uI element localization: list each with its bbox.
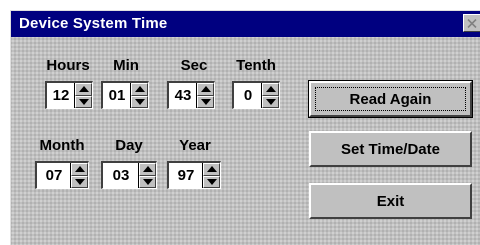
- spin-up-icon[interactable]: [131, 83, 148, 96]
- hours-spinner[interactable]: 12: [45, 81, 93, 109]
- hours-field: Hours 12: [35, 57, 101, 117]
- day-spin-buttons[interactable]: [138, 163, 156, 188]
- sec-field: Sec 43: [161, 57, 227, 117]
- min-value[interactable]: 01: [103, 83, 130, 108]
- year-value[interactable]: 97: [169, 163, 202, 188]
- spin-up-icon[interactable]: [262, 83, 279, 96]
- spin-up-icon[interactable]: [75, 83, 92, 96]
- day-value[interactable]: 03: [103, 163, 138, 188]
- tenth-spin-buttons[interactable]: [261, 83, 279, 108]
- close-button[interactable]: [463, 14, 480, 32]
- tenth-spinner[interactable]: 0: [232, 81, 280, 109]
- hours-value[interactable]: 12: [47, 83, 74, 108]
- tenth-label: Tenth: [236, 57, 276, 74]
- month-spin-buttons[interactable]: [70, 163, 88, 188]
- focus-rectangle: [315, 87, 466, 111]
- spin-down-icon[interactable]: [203, 175, 220, 188]
- month-value[interactable]: 07: [37, 163, 70, 188]
- year-spin-buttons[interactable]: [202, 163, 220, 188]
- min-field: Min 01: [93, 57, 159, 117]
- year-field: Year 97: [163, 137, 227, 197]
- spin-down-icon[interactable]: [197, 95, 214, 108]
- exit-label: Exit: [376, 192, 405, 210]
- spin-up-icon[interactable]: [197, 83, 214, 96]
- sec-spinner[interactable]: 43: [167, 81, 215, 109]
- set-time-date-button[interactable]: Set Time/Date: [309, 131, 472, 167]
- month-spinner[interactable]: 07: [35, 161, 89, 189]
- year-label: Year: [179, 137, 211, 154]
- spin-down-icon[interactable]: [75, 95, 92, 108]
- spin-down-icon[interactable]: [139, 175, 156, 188]
- year-spinner[interactable]: 97: [167, 161, 221, 189]
- min-label: Min: [113, 57, 139, 74]
- month-field: Month 07: [27, 137, 97, 197]
- close-icon: [467, 18, 477, 28]
- spin-up-icon[interactable]: [71, 163, 88, 176]
- tenth-value[interactable]: 0: [234, 83, 261, 108]
- min-spinner[interactable]: 01: [101, 81, 149, 109]
- title-bar[interactable]: Device System Time: [11, 11, 480, 37]
- spin-down-icon[interactable]: [131, 95, 148, 108]
- day-spinner[interactable]: 03: [101, 161, 157, 189]
- read-again-button[interactable]: Read Again: [308, 80, 473, 118]
- min-spin-buttons[interactable]: [130, 83, 148, 108]
- spin-up-icon[interactable]: [203, 163, 220, 176]
- spin-down-icon[interactable]: [262, 95, 279, 108]
- spin-up-icon[interactable]: [139, 163, 156, 176]
- hours-label: Hours: [46, 57, 90, 74]
- tenth-field: Tenth 0: [225, 57, 287, 117]
- hours-spin-buttons[interactable]: [74, 83, 92, 108]
- day-label: Day: [115, 137, 143, 154]
- month-label: Month: [39, 137, 85, 154]
- sec-value[interactable]: 43: [169, 83, 196, 108]
- day-field: Day 03: [97, 137, 161, 197]
- sec-label: Sec: [180, 57, 208, 74]
- dialog-window: Device System Time Hours 12 Min 01 Sec 4…: [10, 10, 480, 245]
- spin-down-icon[interactable]: [71, 175, 88, 188]
- sec-spin-buttons[interactable]: [196, 83, 214, 108]
- set-time-date-label: Set Time/Date: [341, 140, 440, 158]
- window-title: Device System Time: [19, 15, 168, 32]
- exit-button[interactable]: Exit: [309, 183, 472, 219]
